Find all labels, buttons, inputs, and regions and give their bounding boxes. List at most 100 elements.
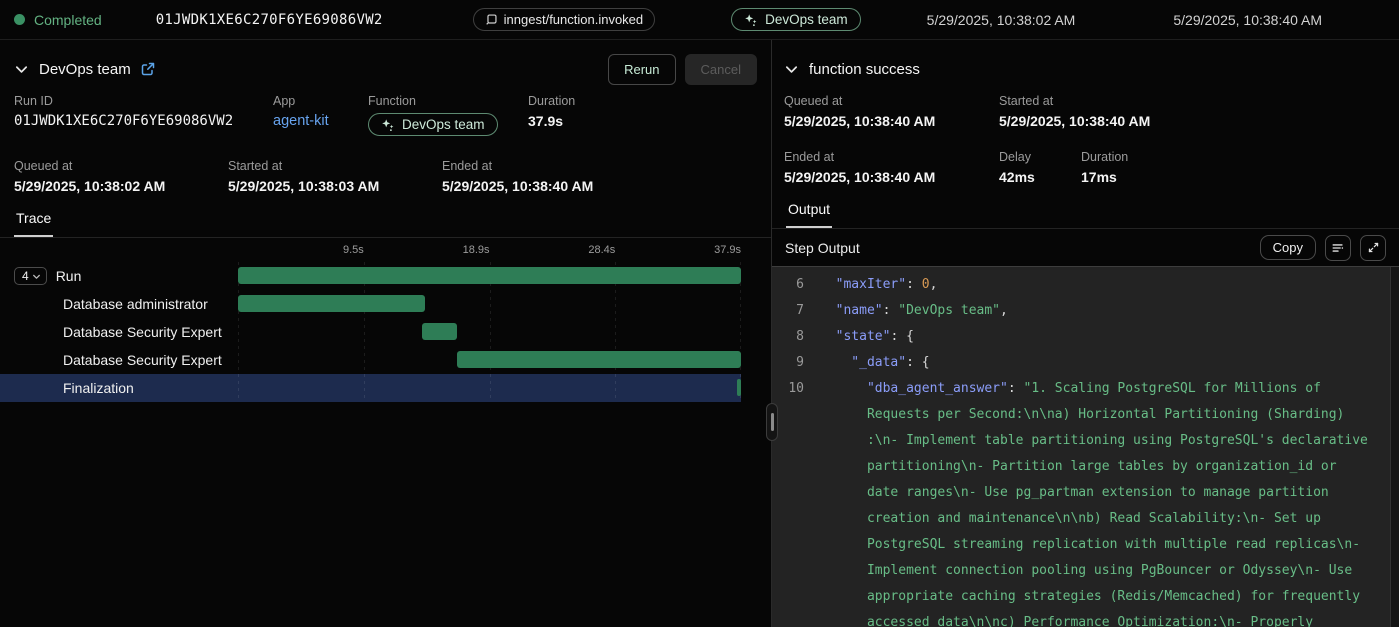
trace-span-bar[interactable]: [238, 295, 425, 312]
field-step-queued-at: Queued at 5/29/2025, 10:38:40 AM: [784, 94, 999, 129]
trace-step-name: Run: [56, 268, 82, 284]
left-tabs: Trace: [0, 210, 771, 238]
trace-step-name: Finalization: [63, 380, 134, 396]
run-status-bar: Completed 01JWDK1XE6C270F6YE69086VW2 inn…: [0, 0, 1399, 40]
line-number: 10: [772, 376, 820, 627]
step-output-title: Step Output: [785, 240, 860, 256]
timeline-gridline: [615, 374, 616, 402]
axis-tick: 18.9s: [463, 244, 490, 256]
code-scrollbar[interactable]: [1390, 267, 1399, 627]
trace-row-timeline: [238, 290, 741, 318]
axis-tick: 28.4s: [588, 244, 615, 256]
timeline-gridline: [364, 318, 365, 346]
code-content: "name": "DevOps team",: [820, 298, 1026, 324]
trace-row-label-cell: Database administrator: [0, 290, 238, 318]
field-step-started-at: Started at 5/29/2025, 10:38:40 AM: [999, 94, 1385, 129]
code-content: "_data": {: [820, 350, 948, 376]
line-number: 9: [772, 350, 820, 376]
trace-row-label-cell: Database Security Expert: [0, 346, 238, 374]
tab-trace[interactable]: Trace: [14, 210, 53, 237]
copy-button[interactable]: Copy: [1260, 235, 1316, 260]
trace-row[interactable]: Finalization: [0, 374, 741, 402]
field-run-id: Run ID 01JWDK1XE6C270F6YE69086VW2: [14, 94, 273, 136]
trace-row-timeline: [238, 318, 741, 346]
resize-grip: [771, 413, 774, 431]
line-number: 6: [772, 272, 820, 298]
function-badge[interactable]: DevOps team: [368, 113, 498, 136]
step-output-header: Step Output Copy: [772, 229, 1399, 266]
trace-time-axis: 9.5s 18.9s 28.4s 37.9s: [238, 244, 741, 260]
sparkles-icon: [744, 13, 758, 27]
trace-row-timeline: [238, 346, 741, 374]
expand-button[interactable]: [1360, 235, 1386, 261]
code-content: "maxIter": 0,: [820, 272, 955, 298]
app-link[interactable]: agent-kit: [273, 113, 368, 129]
trace-row-label-cell: 4 Run: [0, 262, 238, 290]
timeline-gridline: [490, 318, 491, 346]
field-step-delay: Delay 42ms: [999, 150, 1081, 185]
step-detail-panel: function success Queued at 5/29/2025, 10…: [772, 40, 1399, 627]
trace-span-bar[interactable]: [422, 323, 457, 340]
status-label: Completed: [34, 12, 102, 28]
code-line: 8"state": {: [772, 324, 1399, 350]
tab-output[interactable]: Output: [786, 201, 832, 228]
event-badge-label: inngest/function.invoked: [504, 12, 643, 27]
trace-row-label-cell: Database Security Expert: [0, 318, 238, 346]
field-ended-at: Ended at 5/29/2025, 10:38:40 AM: [442, 159, 757, 194]
timeline-gridline: [490, 374, 491, 402]
cancel-button[interactable]: Cancel: [685, 54, 757, 85]
field-queued-at: Queued at 5/29/2025, 10:38:02 AM: [14, 159, 228, 194]
trace-step-name: Database Security Expert: [63, 324, 222, 340]
panel-resize-handle[interactable]: [766, 403, 778, 441]
queued-timestamp: 5/29/2025, 10:38:02 AM: [927, 12, 1076, 28]
timeline-gridline: [238, 346, 239, 374]
function-badge-label: DevOps team: [765, 12, 848, 27]
timeline-gridline: [364, 346, 365, 374]
line-number: 8: [772, 324, 820, 350]
status-completed-dot: [14, 14, 25, 25]
wrap-text-button[interactable]: [1325, 235, 1351, 261]
run-title: DevOps team: [39, 61, 131, 78]
trace-span-bar[interactable]: [457, 351, 741, 368]
timeline-gridline: [490, 290, 491, 318]
trace-row[interactable]: Database Security Expert: [0, 318, 741, 346]
event-icon: [485, 13, 498, 26]
field-duration: Duration 37.9s: [528, 94, 757, 136]
rerun-button[interactable]: Rerun: [608, 54, 675, 85]
run-detail-panel: DevOps team Rerun Cancel Run ID 01JWDK1X…: [0, 40, 772, 627]
code-content: "state": {: [820, 324, 932, 350]
code-line: 7"name": "DevOps team",: [772, 298, 1399, 324]
run-id: 01JWDK1XE6C270F6YE69086VW2: [156, 12, 383, 28]
function-badge-topbar[interactable]: DevOps team: [731, 8, 861, 31]
field-started-at: Started at 5/29/2025, 10:38:03 AM: [228, 159, 442, 194]
code-line: 6"maxIter": 0,: [772, 272, 1399, 298]
trace-row[interactable]: Database Security Expert: [0, 346, 741, 374]
event-badge[interactable]: inngest/function.invoked: [473, 8, 655, 31]
timeline-gridline: [740, 290, 741, 318]
trace-span-bar[interactable]: [737, 379, 741, 396]
ended-timestamp: 5/29/2025, 10:38:40 AM: [1173, 12, 1322, 28]
timeline-gridline: [615, 318, 616, 346]
trace-span-bar[interactable]: [238, 267, 741, 284]
external-link-icon[interactable]: [141, 62, 155, 76]
run-status: Completed: [14, 12, 102, 28]
timeline-gridline: [364, 374, 365, 402]
chevron-down-icon: [32, 272, 41, 281]
step-title: function success: [809, 61, 920, 78]
collapse-step-chevron[interactable]: [784, 62, 799, 77]
trace-step-name: Database administrator: [63, 296, 208, 312]
collapse-run-chevron[interactable]: [14, 62, 29, 77]
trace-row-label-cell: Finalization: [0, 374, 238, 402]
code-content: "dba_agent_answer": "1. Scaling PostgreS…: [820, 376, 1386, 627]
field-step-ended-at: Ended at 5/29/2025, 10:38:40 AM: [784, 150, 999, 185]
axis-tick: 9.5s: [343, 244, 364, 256]
trace-row[interactable]: 4 Run: [0, 262, 741, 290]
axis-tick: 37.9s: [714, 244, 741, 256]
trace-row[interactable]: Database administrator: [0, 290, 741, 318]
timeline-gridline: [238, 374, 239, 402]
field-step-duration: Duration 17ms: [1081, 150, 1385, 185]
step-count-chip[interactable]: 4: [14, 267, 47, 285]
trace-row-timeline: [238, 262, 741, 290]
field-function: Function DevOps team: [368, 94, 528, 136]
field-app: App agent-kit: [273, 94, 368, 136]
